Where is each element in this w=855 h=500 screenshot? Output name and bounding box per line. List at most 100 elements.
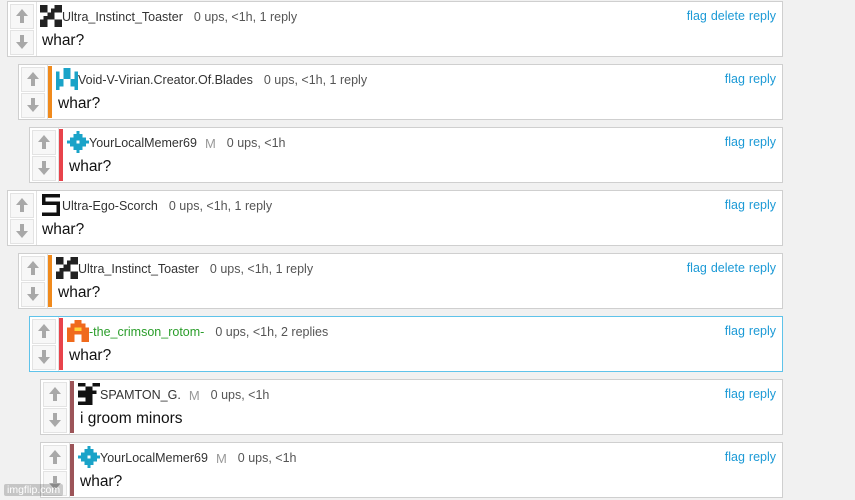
toaster-avatar-icon[interactable]	[56, 256, 78, 282]
flag-link[interactable]: flag	[725, 450, 745, 464]
arrow-up-icon	[33, 135, 55, 149]
upvote-button[interactable]	[43, 445, 67, 470]
memer-avatar-icon[interactable]	[67, 130, 89, 156]
arrow-down-icon	[22, 287, 44, 301]
comment: Ultra_Instinct_Toaster 0 ups, <1h, 1 rep…	[18, 253, 783, 309]
upvote-button[interactable]	[43, 382, 67, 407]
arrow-up-icon	[44, 450, 66, 464]
mod-badge: M	[204, 135, 216, 151]
comment-stats: 0 ups, <1h, 2 replies	[215, 325, 329, 339]
reply-link[interactable]: reply	[749, 387, 776, 401]
comment-stats: 0 ups, <1h	[226, 136, 286, 150]
username-link[interactable]: -the_crimson_rotom-	[89, 325, 204, 339]
comment-header: Ultra-Ego-Scorch 0 ups, <1h, 1 reply	[40, 193, 273, 216]
upvote-button[interactable]	[21, 256, 45, 281]
comment: Ultra_Instinct_Toaster 0 ups, <1h, 1 rep…	[7, 1, 783, 57]
toaster-avatar-icon[interactable]	[40, 4, 62, 30]
vote-controls	[19, 254, 48, 308]
scorch-avatar-icon[interactable]	[40, 193, 62, 219]
upvote-button[interactable]	[10, 193, 34, 218]
arrow-up-icon	[33, 324, 55, 338]
vote-controls	[30, 128, 59, 182]
username-link[interactable]: SPAMTON_G.	[100, 388, 181, 402]
void-avatar-icon[interactable]	[56, 67, 78, 93]
arrow-down-icon	[11, 224, 33, 238]
username-link[interactable]: Void-V-Virian.Creator.Of.Blades	[78, 73, 253, 87]
flag-link[interactable]: flag	[725, 324, 745, 338]
comment-header: YourLocalMemer69 M 0 ups, <1h	[67, 130, 286, 153]
username-link[interactable]: Ultra_Instinct_Toaster	[62, 10, 183, 24]
arrow-up-icon	[11, 198, 33, 212]
reply-depth-bar	[59, 318, 63, 370]
comment-header: YourLocalMemer69 M 0 ups, <1h	[78, 445, 297, 468]
comment-actions: flag reply	[721, 450, 776, 464]
comment-body: whar?	[42, 221, 85, 238]
upvote-button[interactable]	[32, 130, 56, 155]
username-link[interactable]: Ultra_Instinct_Toaster	[78, 262, 199, 276]
downvote-button[interactable]	[43, 408, 67, 433]
reply-link[interactable]: reply	[749, 324, 776, 338]
comment-actions: flag reply	[721, 135, 776, 149]
spamton-avatar-icon[interactable]	[78, 382, 100, 408]
reply-link[interactable]: reply	[749, 9, 776, 23]
delete-link[interactable]: delete	[711, 261, 745, 275]
arrow-down-icon	[22, 98, 44, 112]
comment-stats: 0 ups, <1h, 1 reply	[209, 262, 314, 276]
comment: YourLocalMemer69 M 0 ups, <1h flag reply …	[29, 127, 783, 183]
upvote-button[interactable]	[10, 4, 34, 29]
comment-header: Ultra_Instinct_Toaster 0 ups, <1h, 1 rep…	[56, 256, 314, 279]
downvote-button[interactable]	[32, 345, 56, 370]
comment-body: i groom minors	[80, 410, 183, 427]
reply-depth-bar	[70, 381, 74, 433]
flag-link[interactable]: flag	[687, 9, 707, 23]
reply-link[interactable]: reply	[749, 72, 776, 86]
comment-header: Void-V-Virian.Creator.Of.Blades 0 ups, <…	[56, 67, 368, 90]
username-link[interactable]: YourLocalMemer69	[100, 451, 208, 465]
comment-header: SPAMTON_G. M 0 ups, <1h	[78, 382, 269, 405]
flag-link[interactable]: flag	[725, 135, 745, 149]
vote-controls	[8, 191, 37, 245]
reply-depth-bar	[70, 444, 74, 496]
upvote-button[interactable]	[32, 319, 56, 344]
downvote-button[interactable]	[10, 219, 34, 244]
comment-header: Ultra_Instinct_Toaster 0 ups, <1h, 1 rep…	[40, 4, 298, 27]
memer-avatar-icon[interactable]	[78, 445, 100, 471]
comment-body: whar?	[69, 347, 112, 364]
comment-stats: 0 ups, <1h, 1 reply	[193, 10, 298, 24]
comment-actions: flag reply	[721, 198, 776, 212]
vote-controls	[19, 65, 48, 119]
flag-link[interactable]: flag	[725, 198, 745, 212]
downvote-button[interactable]	[21, 282, 45, 307]
comment-stats: 0 ups, <1h, 1 reply	[263, 73, 368, 87]
flag-link[interactable]: flag	[725, 72, 745, 86]
comment-body: whar?	[42, 32, 85, 49]
arrow-up-icon	[11, 9, 33, 23]
comment: Void-V-Virian.Creator.Of.Blades 0 ups, <…	[18, 64, 783, 120]
downvote-button[interactable]	[21, 93, 45, 118]
comment-stats: 0 ups, <1h, 1 reply	[168, 199, 273, 213]
username-link[interactable]: Ultra-Ego-Scorch	[62, 199, 158, 213]
comment: YourLocalMemer69 M 0 ups, <1h flag reply …	[40, 442, 783, 498]
downvote-button[interactable]	[10, 30, 34, 55]
reply-link[interactable]: reply	[749, 135, 776, 149]
reply-link[interactable]: reply	[749, 261, 776, 275]
flag-link[interactable]: flag	[725, 387, 745, 401]
vote-controls	[30, 317, 59, 371]
reply-link[interactable]: reply	[749, 198, 776, 212]
comment-body: whar?	[58, 95, 101, 112]
delete-link[interactable]: delete	[711, 9, 745, 23]
comment-actions: flag delete reply	[683, 261, 776, 275]
arrow-up-icon	[22, 261, 44, 275]
comment: -the_crimson_rotom- 0 ups, <1h, 2 replie…	[29, 316, 783, 372]
reply-depth-bar	[48, 66, 52, 118]
arrow-up-icon	[44, 387, 66, 401]
reply-link[interactable]: reply	[749, 450, 776, 464]
downvote-button[interactable]	[32, 156, 56, 181]
flag-link[interactable]: flag	[687, 261, 707, 275]
arrow-down-icon	[33, 350, 55, 364]
reply-depth-bar	[48, 255, 52, 307]
rotom-avatar-icon[interactable]	[67, 319, 89, 345]
username-link[interactable]: YourLocalMemer69	[89, 136, 197, 150]
arrow-down-icon	[44, 413, 66, 427]
upvote-button[interactable]	[21, 67, 45, 92]
